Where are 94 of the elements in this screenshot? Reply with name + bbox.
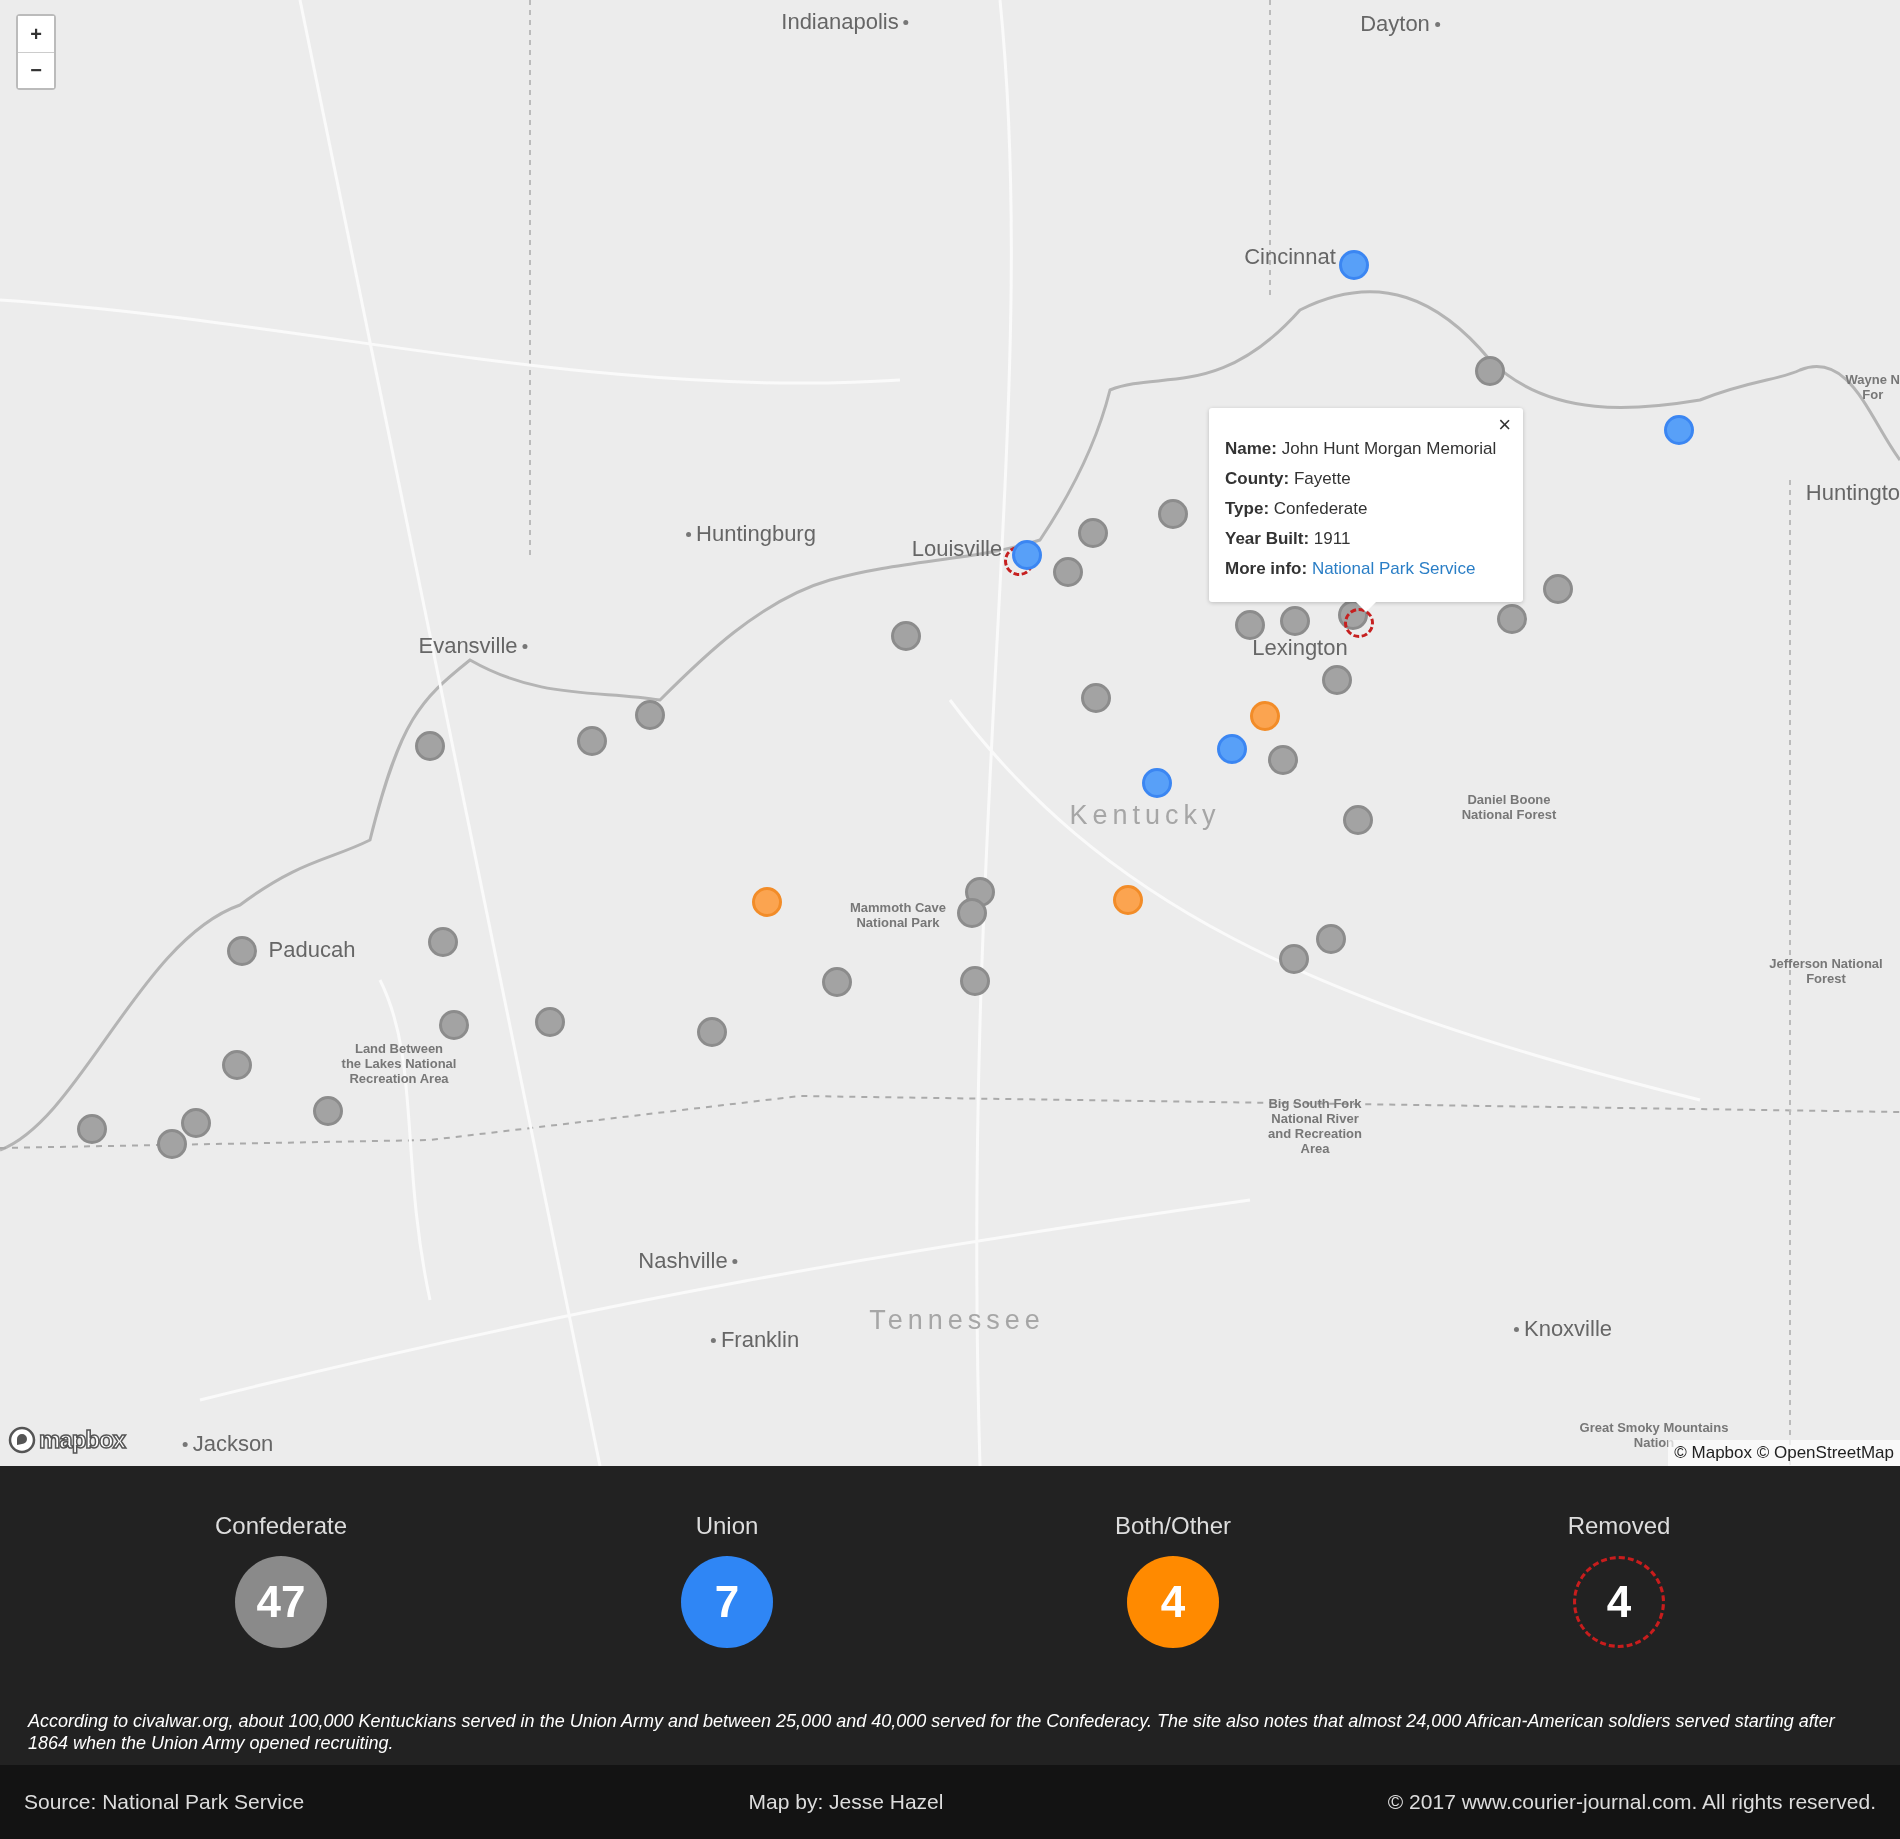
- field-label: Type:: [1225, 499, 1270, 518]
- place-label: Jackson: [192, 1431, 274, 1457]
- map-marker[interactable]: [428, 927, 458, 957]
- place-label: Kentucky: [1069, 799, 1221, 831]
- legend-label: Removed: [1567, 1512, 1671, 1540]
- map-marker[interactable]: [1053, 557, 1083, 587]
- legend-label: Both/Other: [1114, 1512, 1232, 1540]
- city-dot-icon: [686, 531, 692, 537]
- map-marker[interactable]: [1012, 540, 1042, 570]
- map-marker[interactable]: [960, 966, 990, 996]
- count-circle: 4: [1127, 1556, 1219, 1648]
- legend-label: Confederate: [214, 1512, 348, 1540]
- place-label: Huntingto: [1805, 480, 1900, 506]
- map-marker[interactable]: [1543, 574, 1573, 604]
- city-dot-icon: [1514, 1326, 1519, 1332]
- zoom-button[interactable]: −: [18, 52, 54, 88]
- place-label: Lexington: [1252, 635, 1348, 661]
- map-marker[interactable]: [181, 1108, 211, 1138]
- map-marker[interactable]: [577, 726, 607, 756]
- logo-icon: [8, 1426, 36, 1454]
- map-marker[interactable]: [1081, 683, 1111, 713]
- map-marker[interactable]: [752, 887, 782, 917]
- map-marker[interactable]: [1268, 745, 1298, 775]
- place-label: Tennessee: [869, 1304, 1045, 1336]
- place-label: Land Between the Lakes National Recreation Area: [341, 1041, 457, 1087]
- city-dot-icon: [710, 1337, 716, 1343]
- note-text: According to civalwar.org, about 100,000 Kentuckians served in the Union Army and between 25,000 and 40,000 served for the Confederacy. The site also notes that almost 24,000 African-American soldiers served starting after 1864 when the Union Army opened recruiting.: [28, 1710, 1837, 1754]
- map-marker[interactable]: [635, 700, 665, 730]
- map-marker[interactable]: [1497, 604, 1527, 634]
- city-dot-icon: [182, 1441, 188, 1447]
- map-marker[interactable]: [415, 731, 445, 761]
- map-marker[interactable]: [1475, 356, 1505, 386]
- map-marker[interactable]: [1343, 805, 1373, 835]
- count-circle: 4: [1573, 1556, 1665, 1648]
- close-button[interactable]: ×: [1494, 412, 1515, 438]
- legend-label: Union: [695, 1512, 759, 1540]
- map-marker[interactable]: [1280, 606, 1310, 636]
- place-label: Daniel Boone National Forest: [1461, 793, 1557, 823]
- map-marker[interactable]: [891, 621, 921, 651]
- field-label: County:: [1225, 469, 1290, 488]
- map-marker[interactable]: [313, 1096, 343, 1126]
- map-marker[interactable]: [1279, 944, 1309, 974]
- map-marker[interactable]: [439, 1010, 469, 1040]
- place-label: Dayton: [1360, 11, 1430, 37]
- place-label: Huntingburg: [696, 521, 816, 547]
- place-label: Franklin: [720, 1327, 800, 1353]
- place-label: Nashville: [638, 1248, 728, 1274]
- count-circle: 7: [681, 1556, 773, 1648]
- city-dot-icon: [1434, 21, 1440, 27]
- map-marker[interactable]: [1217, 734, 1247, 764]
- map-marker[interactable]: [1158, 499, 1188, 529]
- info-link[interactable]: National Park Service: [1311, 559, 1476, 578]
- place-label: Evansville: [418, 633, 518, 659]
- field-label: Name:: [1225, 439, 1277, 458]
- place-label: Indianapolis: [781, 9, 899, 35]
- map-marker[interactable]: [535, 1007, 565, 1037]
- count-circle: 47: [235, 1556, 327, 1648]
- field-value: 1911: [1313, 529, 1351, 548]
- map-marker[interactable]: [222, 1050, 252, 1080]
- place-label: Cincinnat: [1244, 244, 1336, 270]
- place-label: Knoxville: [1524, 1316, 1612, 1342]
- city-dot-icon: [732, 1258, 738, 1264]
- source-text: Source: National Park Service: [24, 1790, 305, 1814]
- place-label: Louisville: [911, 536, 1003, 562]
- map-marker[interactable]: [1142, 768, 1172, 798]
- city-dot-icon: [522, 643, 528, 649]
- map-marker[interactable]: [1322, 665, 1352, 695]
- place-label: Mammoth Cave National Park: [849, 901, 947, 931]
- place-label: Big South Fork National River and Recreation Area: [1268, 1097, 1362, 1157]
- place-label: Wayne N For: [1845, 373, 1900, 403]
- map-marker[interactable]: [697, 1017, 727, 1047]
- field-value: Confederate: [1273, 499, 1368, 518]
- place-label: Paducah: [268, 937, 356, 963]
- credit-text: Map by: Jesse Hazel: [748, 1790, 944, 1814]
- field-value: Fayette: [1293, 469, 1351, 488]
- map-marker[interactable]: [1344, 608, 1374, 638]
- copyright-text: © 2017 www.courier-journal.com. All rights reserved.: [1387, 1790, 1876, 1814]
- map-marker[interactable]: [957, 898, 987, 928]
- map-marker[interactable]: [1339, 250, 1369, 280]
- place-label: Jefferson National Forest: [1769, 957, 1883, 987]
- map-marker[interactable]: [1113, 885, 1143, 915]
- field-value: John Hunt Morgan Memorial: [1281, 439, 1497, 458]
- map-marker[interactable]: [822, 967, 852, 997]
- map-marker[interactable]: [77, 1114, 107, 1144]
- map-marker[interactable]: [157, 1129, 187, 1159]
- field-label: Year Built:: [1225, 529, 1310, 548]
- city-dot-icon: [903, 19, 909, 25]
- map-marker[interactable]: [1078, 518, 1108, 548]
- map-marker[interactable]: [1250, 701, 1280, 731]
- map-marker[interactable]: [1316, 924, 1346, 954]
- map-marker[interactable]: [1664, 415, 1694, 445]
- map-marker[interactable]: [227, 936, 257, 966]
- map-marker[interactable]: [1235, 610, 1265, 640]
- field-label: More info:: [1225, 559, 1308, 578]
